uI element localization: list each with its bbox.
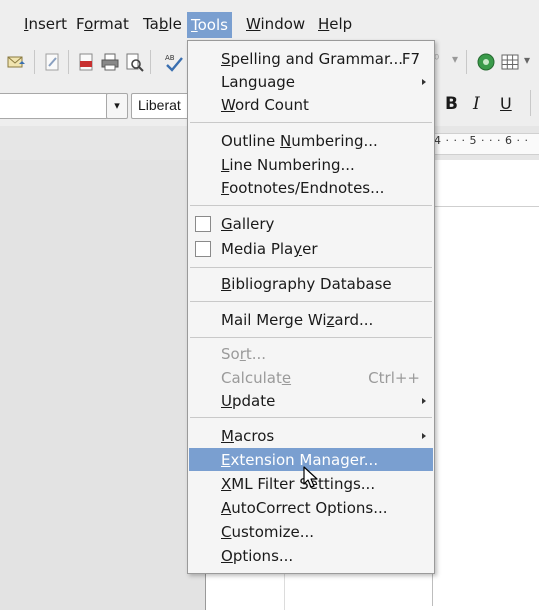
submenu-arrow-icon: [422, 79, 426, 85]
italic-button[interactable]: I: [473, 92, 480, 116]
toolbar-separator: [466, 50, 467, 74]
toolbar-separator: [34, 50, 35, 74]
toolbar-separator: [150, 50, 151, 74]
menu-item-calculate[interactable]: Calculate Ctrl++: [188, 366, 434, 390]
menu-item-autocorrect-options[interactable]: AutoCorrect Options...: [188, 496, 434, 520]
menu-item-language[interactable]: Language: [188, 70, 434, 94]
menubar: Insert Format Table Tools Window Help: [0, 0, 539, 40]
menu-item-line-numbering[interactable]: Line Numbering...: [188, 153, 434, 177]
export-pdf-icon[interactable]: [76, 52, 96, 72]
paragraph-style-box[interactable]: [0, 93, 108, 119]
menu-separator: [190, 267, 432, 268]
shortcut-label: F7: [401, 50, 420, 68]
shortcut-label: Ctrl++: [368, 369, 420, 387]
gallery-checkbox[interactable]: [195, 216, 211, 232]
ruler-numbers: 4 · · · 5 · · · 6 · ·: [434, 134, 529, 147]
menu-tools[interactable]: Tools: [187, 12, 232, 38]
chevron-down-icon[interactable]: ▾: [524, 53, 530, 67]
media-player-checkbox[interactable]: [195, 241, 211, 257]
style-dropdown-button[interactable]: ▾: [106, 93, 128, 119]
email-icon[interactable]: [6, 52, 26, 72]
menu-help[interactable]: Help: [314, 11, 356, 37]
menu-item-spelling-and-grammar[interactable]: Spelling and Grammar... F7: [188, 47, 434, 71]
text-boundary-line: [432, 206, 539, 207]
chevron-down-icon[interactable]: ▾: [452, 52, 458, 66]
menu-item-customize[interactable]: Customize...: [188, 520, 434, 544]
submenu-arrow-icon: [422, 398, 426, 404]
chevron-down-icon: ▾: [114, 99, 120, 112]
toolbar-separator: [530, 90, 531, 116]
edit-file-icon[interactable]: [42, 52, 62, 72]
tools-menu: Spelling and Grammar... F7 Language Word…: [187, 40, 435, 574]
document-background: [0, 160, 205, 610]
menu-item-outline-numbering[interactable]: Outline Numbering...: [188, 129, 434, 153]
table-icon[interactable]: [500, 52, 520, 72]
menu-item-bibliography-database[interactable]: Bibliography Database: [188, 272, 434, 296]
menu-table[interactable]: Table: [139, 11, 186, 37]
menu-item-footnotes-endnotes[interactable]: Footnotes/Endnotes...: [188, 176, 434, 200]
menu-item-media-player[interactable]: Media Player: [188, 237, 434, 261]
svg-text:AB: AB: [165, 54, 175, 62]
submenu-arrow-icon: [422, 433, 426, 439]
underline-button[interactable]: U: [500, 92, 512, 116]
menu-item-options[interactable]: Options...: [188, 544, 434, 568]
menu-separator: [190, 122, 432, 123]
menu-item-update[interactable]: Update: [188, 389, 434, 413]
menu-window[interactable]: Window: [242, 11, 309, 37]
navigator-icon[interactable]: [476, 52, 496, 72]
menu-separator: [190, 301, 432, 302]
menu-item-sort[interactable]: Sort...: [188, 342, 434, 366]
menu-item-word-count[interactable]: Word Count: [188, 93, 434, 117]
menu-separator: [190, 337, 432, 338]
menu-format[interactable]: Format: [72, 11, 133, 37]
toolbar-separator: [68, 50, 69, 74]
bold-button[interactable]: B: [445, 92, 458, 116]
spellcheck-icon[interactable]: AB: [164, 52, 184, 72]
menu-separator: [190, 417, 432, 418]
print-preview-icon[interactable]: [124, 52, 144, 72]
menu-insert[interactable]: Insert: [20, 11, 71, 37]
menu-item-gallery[interactable]: Gallery: [188, 212, 434, 236]
print-icon[interactable]: [100, 52, 120, 72]
menu-separator: [190, 205, 432, 206]
menu-item-mail-merge-wizard[interactable]: Mail Merge Wizard...: [188, 308, 434, 332]
mouse-cursor-icon: [303, 466, 318, 488]
font-name-box[interactable]: Liberat: [131, 93, 193, 119]
menu-item-macros[interactable]: Macros: [188, 424, 434, 448]
